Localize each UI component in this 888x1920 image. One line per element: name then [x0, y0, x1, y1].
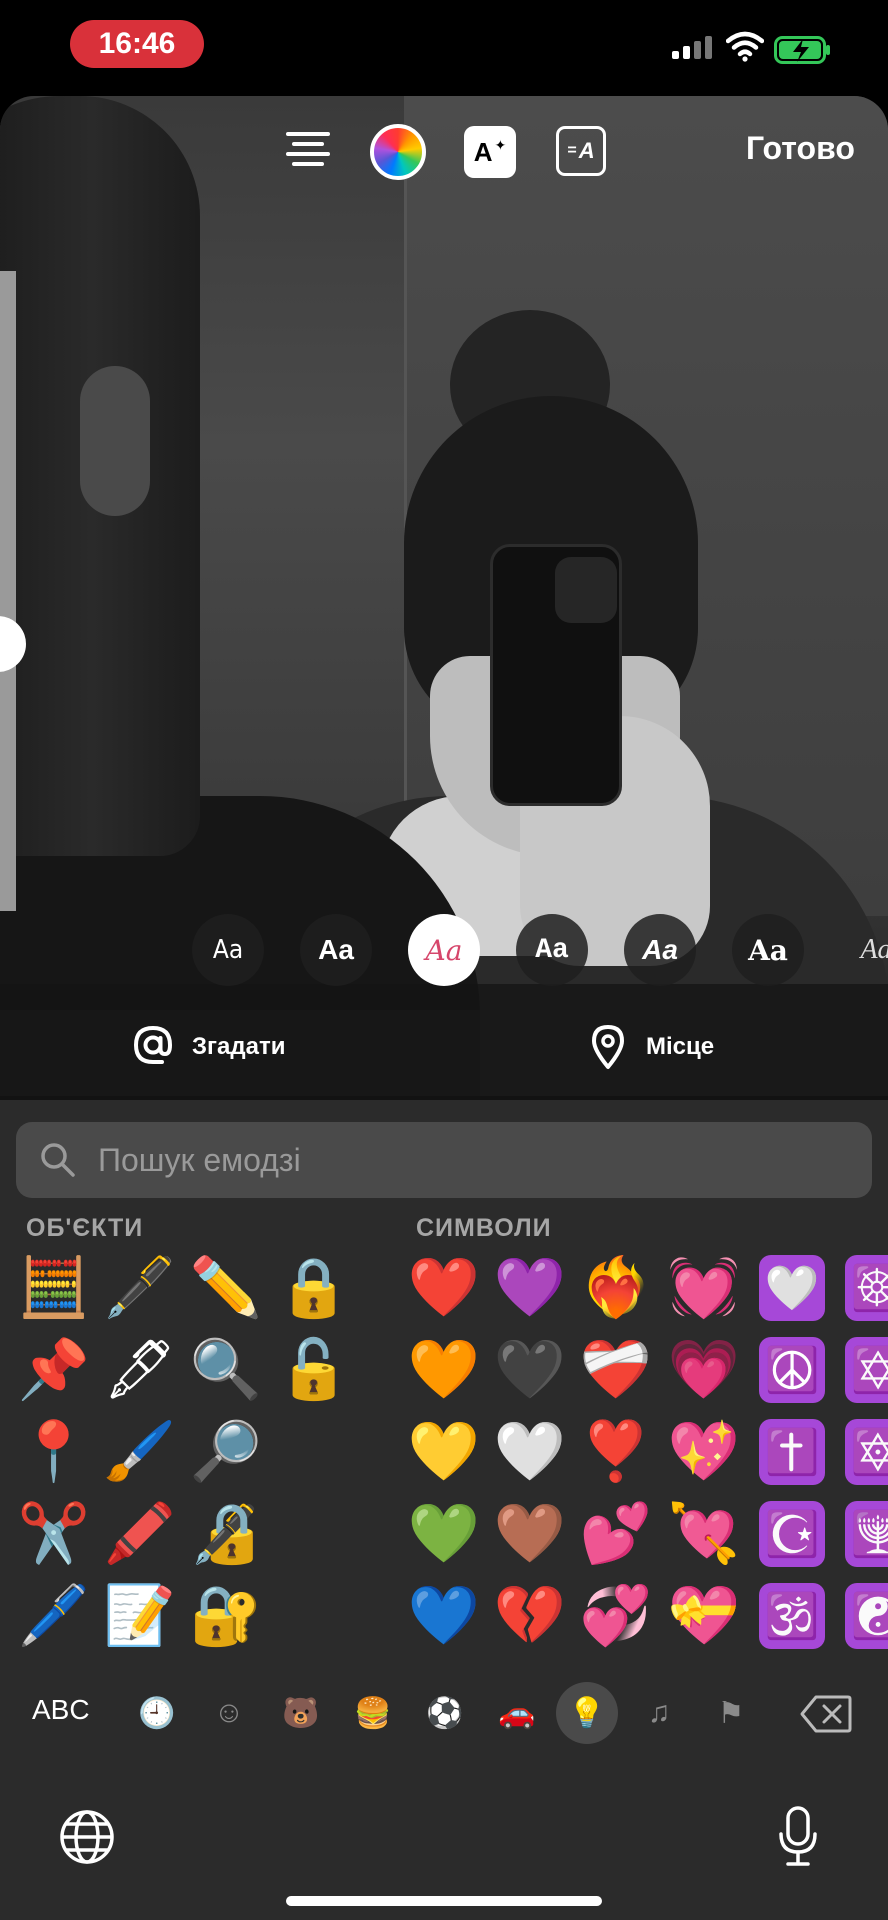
location-button[interactable]: Місце	[590, 1024, 714, 1070]
objects-icon[interactable]: 💡	[566, 1692, 608, 1734]
emoji-object[interactable]: 🔏	[184, 1492, 268, 1576]
emoji-object[interactable]: 🖍️	[98, 1492, 182, 1576]
emoji-symbol[interactable]: 🔯	[845, 1419, 888, 1485]
emoji-symbol[interactable]: ☸️	[845, 1255, 888, 1321]
emoji-symbol[interactable]: 💙	[402, 1574, 486, 1658]
abc-button[interactable]: ABC	[32, 1694, 90, 1726]
font-style-editor[interactable]: Aa	[732, 914, 804, 986]
emoji-symbol[interactable]: ☪️	[759, 1501, 825, 1567]
emoji-symbol[interactable]: ❤️	[402, 1246, 486, 1330]
mention-label: Згадати	[192, 1033, 286, 1060]
signal-icon	[672, 36, 712, 59]
status-bar: 16:46	[0, 0, 888, 92]
emoji-symbol[interactable]: 🤍	[488, 1410, 572, 1494]
emoji-symbol[interactable]: ☮️	[759, 1337, 825, 1403]
color-wheel-icon[interactable]	[370, 124, 426, 180]
status-time[interactable]: 16:46	[70, 20, 204, 68]
flags-icon[interactable]: ⚑	[710, 1692, 752, 1734]
emoji-object[interactable]: 🔓	[272, 1328, 356, 1412]
emoji-object[interactable]: 🔍	[184, 1328, 268, 1412]
emoji-object[interactable]: 🧮	[12, 1246, 96, 1330]
search-placeholder: Пошук емодзі	[98, 1141, 301, 1178]
emoji-symbol[interactable]: 💖	[662, 1410, 746, 1494]
emoji-object[interactable]: 🖊️	[12, 1574, 96, 1658]
emoji-symbol[interactable]: ❣️	[574, 1410, 658, 1494]
animals-icon[interactable]: 🐻	[280, 1692, 322, 1734]
food-icon[interactable]: 🍔	[352, 1692, 394, 1734]
emoji-symbol[interactable]: 💕	[574, 1492, 658, 1576]
search-icon	[41, 1143, 75, 1177]
emoji-symbol[interactable]: 💛	[402, 1410, 486, 1494]
done-button[interactable]: Готово	[746, 130, 855, 167]
emoji-symbol[interactable]: 💚	[402, 1492, 486, 1576]
recents-icon[interactable]: 🕘	[136, 1692, 178, 1734]
emoji-symbol[interactable]: ❤️‍🔥	[574, 1246, 658, 1330]
at-sign-icon	[133, 1025, 173, 1064]
emoji-symbol[interactable]: ✡️	[845, 1337, 888, 1403]
emoji-object[interactable]: 🔎	[184, 1410, 268, 1494]
mention-button[interactable]: Згадати	[132, 1024, 285, 1070]
emoji-symbol[interactable]: 🤍	[759, 1255, 825, 1321]
text-background-icon[interactable]: = A	[556, 126, 606, 176]
emoji-object[interactable]: ✂️	[12, 1492, 96, 1576]
emoji-object[interactable]: 🔒	[272, 1246, 356, 1330]
text-effects-icon[interactable]: A ✦	[464, 126, 516, 178]
font-style-script[interactable]: Aa	[408, 914, 480, 986]
phone-in-photo	[490, 544, 622, 806]
text-size-slider[interactable]	[0, 271, 16, 911]
emoji-object[interactable]: 🖋️	[98, 1246, 182, 1330]
section-label-objects: ОБ'ЄКТИ	[26, 1214, 144, 1242]
emoji-symbol[interactable]: 💔	[488, 1574, 572, 1658]
globe-icon[interactable]	[58, 1808, 116, 1866]
emoji-symbol[interactable]: 🤎	[488, 1492, 572, 1576]
font-style-strong[interactable]: Aa	[624, 914, 696, 986]
emoji-symbol[interactable]: 💞	[574, 1574, 658, 1658]
battery-charging-icon	[774, 36, 830, 64]
emoji-symbol[interactable]: 💝	[662, 1574, 746, 1658]
emoji-object[interactable]: 📍	[12, 1410, 96, 1494]
emoji-symbol[interactable]: ☯️	[845, 1583, 888, 1649]
emoji-search-input[interactable]: Пошук емодзі	[16, 1122, 872, 1198]
font-style-picker: Aa Aa Aa Aa Aa Aa Aa	[0, 914, 888, 990]
delete-icon[interactable]	[800, 1694, 852, 1734]
activity-icon[interactable]: ⚽	[424, 1692, 466, 1734]
emoji-object[interactable]: 🖋	[98, 1328, 182, 1412]
microphone-icon[interactable]	[778, 1806, 818, 1868]
wifi-icon	[726, 31, 764, 62]
emoji-symbol[interactable]: 💜	[488, 1246, 572, 1330]
smileys-icon[interactable]: ☺	[208, 1692, 250, 1734]
emoji-symbol[interactable]: ❤️‍🩹	[574, 1328, 658, 1412]
font-style-modern[interactable]: Aa	[300, 914, 372, 986]
emoji-object[interactable]: ✏️	[184, 1246, 268, 1330]
emoji-symbol[interactable]: 🕎	[845, 1501, 888, 1567]
location-pin-icon	[592, 1025, 624, 1069]
font-style-typewriter[interactable]: Aa	[516, 914, 588, 986]
text-align-icon[interactable]	[280, 126, 336, 174]
emoji-symbol[interactable]: ✝️	[759, 1419, 825, 1485]
emoji-object[interactable]: 🖌️	[98, 1410, 182, 1494]
emoji-symbol[interactable]: 🧡	[402, 1328, 486, 1412]
emoji-symbol[interactable]: 💗	[662, 1328, 746, 1412]
emoji-symbol[interactable]: 🖤	[488, 1328, 572, 1412]
emoji-object[interactable]: 📌	[12, 1328, 96, 1412]
symbols-icon[interactable]: ♫	[638, 1692, 680, 1734]
font-style-poster[interactable]: Aa	[840, 914, 888, 986]
emoji-symbol[interactable]: 💓	[662, 1246, 746, 1330]
emoji-object[interactable]: 🔐	[184, 1574, 268, 1658]
location-label: Місце	[646, 1033, 715, 1060]
font-style-classic[interactable]: Aa	[192, 914, 264, 986]
home-indicator[interactable]	[286, 1896, 602, 1906]
emoji-object[interactable]: 📝	[98, 1574, 182, 1658]
travel-icon[interactable]: 🚗	[496, 1692, 538, 1734]
section-label-symbols: СИМВОЛИ	[416, 1214, 552, 1242]
emoji-symbol[interactable]: 💘	[662, 1492, 746, 1576]
emoji-symbol[interactable]: 🕉️	[759, 1583, 825, 1649]
